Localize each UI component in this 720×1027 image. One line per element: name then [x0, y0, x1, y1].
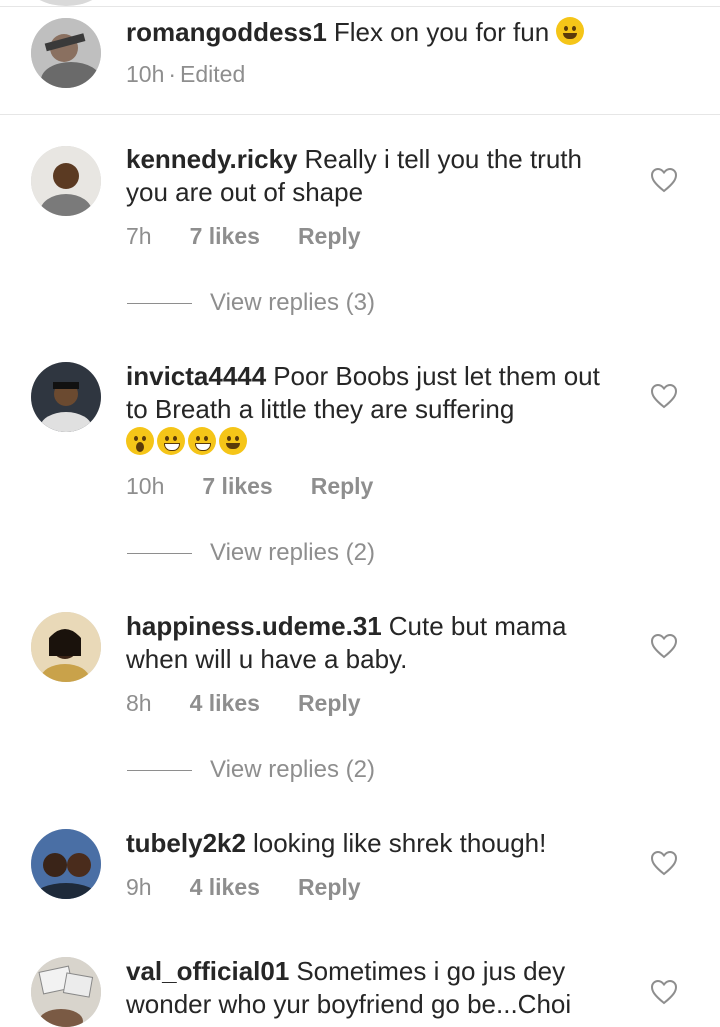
- reply-button[interactable]: Reply: [298, 223, 361, 250]
- grin-emoji: [157, 427, 185, 455]
- comment-time: 7h: [126, 223, 152, 249]
- comment-avatar[interactable]: [31, 362, 101, 432]
- like-heart-icon[interactable]: [650, 167, 678, 193]
- comment-avatar[interactable]: [31, 612, 101, 682]
- caption-time: 10h: [126, 61, 165, 87]
- comment-avatar[interactable]: [31, 829, 101, 899]
- comment-likes[interactable]: 7 likes: [190, 223, 260, 250]
- caption-body: Flex on you for fun: [333, 17, 550, 47]
- like-heart-icon[interactable]: [650, 979, 678, 1005]
- top-divider: [0, 6, 720, 7]
- like-heart-icon[interactable]: [650, 633, 678, 659]
- view-replies-line: [127, 553, 192, 554]
- view-replies-line: [127, 303, 192, 304]
- comment-time: 9h: [126, 874, 152, 900]
- comment-text: kennedy.ricky Really i tell you the truth…: [126, 143, 626, 209]
- view-replies-line: [127, 770, 192, 771]
- comment-meta: 7h 7 likes Reply: [126, 223, 399, 250]
- view-replies-label[interactable]: View replies (2): [210, 756, 375, 784]
- comment-text: tubely2k2 looking like shrek though!: [126, 827, 626, 860]
- reply-button[interactable]: Reply: [298, 690, 361, 717]
- comment-likes[interactable]: 7 likes: [202, 473, 272, 500]
- caption-separator: ·: [168, 61, 177, 87]
- like-heart-icon[interactable]: [650, 850, 678, 876]
- comment-likes[interactable]: 4 likes: [190, 874, 260, 901]
- comment-username[interactable]: tubely2k2: [126, 828, 246, 858]
- grin-emoji: [188, 427, 216, 455]
- comment-username[interactable]: happiness.udeme.31: [126, 611, 382, 641]
- comment-text: val_official01 Sometimes i go jus dey won…: [126, 955, 626, 1021]
- comment-avatar[interactable]: [31, 146, 101, 216]
- comment-text: invicta4444 Poor Boobs just let them out …: [126, 360, 626, 459]
- scream-emoji: [126, 427, 154, 455]
- comment-username[interactable]: kennedy.ricky: [126, 144, 298, 174]
- comment-likes[interactable]: 4 likes: [190, 690, 260, 717]
- comment-time: 10h: [126, 473, 165, 499]
- comment-username[interactable]: invicta4444: [126, 361, 266, 391]
- comment-meta: 10h 7 likes Reply: [126, 473, 411, 500]
- wink-emoji: [219, 427, 247, 455]
- comment-username[interactable]: val_official01: [126, 956, 289, 986]
- reply-button[interactable]: Reply: [311, 473, 374, 500]
- comment-body: looking like shrek though!: [252, 828, 547, 858]
- like-heart-icon[interactable]: [650, 383, 678, 409]
- view-replies-label[interactable]: View replies (2): [210, 539, 375, 567]
- caption-meta: 10h · Edited: [126, 61, 283, 88]
- caption-username[interactable]: romangoddess1: [126, 17, 327, 47]
- comment-avatar[interactable]: [31, 957, 101, 1027]
- caption-text: romangoddess1 Flex on you for fun: [126, 16, 626, 49]
- caption-edited: Edited: [180, 61, 246, 87]
- comment-meta: 8h 4 likes Reply: [126, 690, 399, 717]
- caption-avatar[interactable]: [31, 18, 101, 88]
- view-replies-label[interactable]: View replies (3): [210, 289, 375, 317]
- comment-time: 8h: [126, 690, 152, 716]
- comment-meta: 9h 4 likes Reply: [126, 874, 399, 901]
- tongue-wink-emoji: [556, 17, 585, 45]
- reply-button[interactable]: Reply: [298, 874, 361, 901]
- comment-text: happiness.udeme.31 Cute but mama when wil…: [126, 610, 626, 676]
- caption-divider: [0, 114, 720, 115]
